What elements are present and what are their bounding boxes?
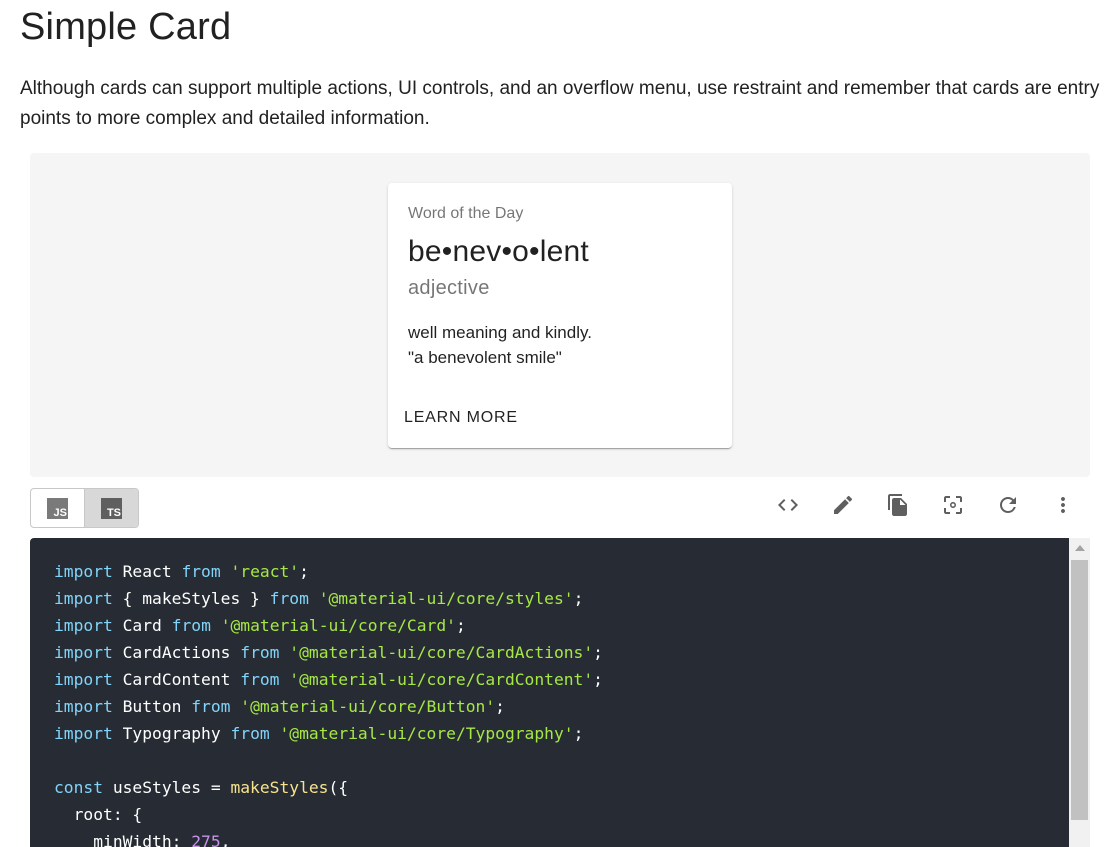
code-token: ; <box>495 697 505 716</box>
code-token: ; <box>573 589 584 608</box>
language-toggle: JS TS <box>30 488 139 528</box>
edit-in-codesandbox-button[interactable] <box>815 488 870 522</box>
demo-toolbar <box>760 488 1090 522</box>
page-title: Simple Card <box>20 6 232 48</box>
typescript-icon: TS <box>101 497 122 519</box>
code-token: CardContent <box>112 670 241 689</box>
code-token: '@material-ui/core/styles' <box>318 589 574 608</box>
card-body: well meaning and kindly. "a benevolent s… <box>408 320 592 370</box>
code-token: 'react' <box>230 562 300 581</box>
code-token: from <box>181 562 221 581</box>
code-line: import Card from '@material-ui/core/Card… <box>54 616 466 636</box>
more-options-button[interactable] <box>1035 488 1090 522</box>
code-token: from <box>171 616 211 635</box>
code-scrollbar[interactable] <box>1069 538 1090 847</box>
code-token: from <box>240 670 280 689</box>
code-token: '@material-ui/core/CardContent' <box>289 670 594 689</box>
card-example: "a benevolent smile" <box>408 348 562 367</box>
code-token: from <box>191 697 231 716</box>
js-toggle-button[interactable]: JS <box>31 489 84 527</box>
page-description: Although cards can support multiple acti… <box>20 78 1100 129</box>
code-line: import CardContent from '@material-ui/co… <box>54 670 603 690</box>
copy-icon <box>887 494 907 516</box>
code-token: '@material-ui/core/CardActions' <box>289 643 594 662</box>
code-token: from <box>240 643 280 662</box>
code-token: minWidth: <box>54 832 192 847</box>
code-token: '@material-ui/core/Button' <box>240 697 496 716</box>
card-overline: Word of the Day <box>408 205 524 222</box>
code-icon <box>777 499 798 511</box>
code-token: ; <box>299 562 309 581</box>
demo-preview-area: Word of the Day be•nev•o•lent adjective … <box>30 153 1090 477</box>
edit-icon <box>833 495 852 514</box>
card-part-of-speech: adjective <box>408 277 490 299</box>
code-line: import React from 'react'; <box>54 562 309 582</box>
code-block[interactable]: import React from 'react'; import { makeS… <box>30 538 1069 847</box>
code-token: import <box>54 697 113 716</box>
code-token: React <box>112 562 182 581</box>
learn-more-button[interactable]: LEARN MORE <box>396 401 526 435</box>
code-token: import <box>54 724 113 743</box>
code-token: ; <box>593 670 603 689</box>
code-token: from <box>269 589 309 608</box>
reset-demo-button[interactable] <box>980 488 1035 522</box>
code-token: import <box>54 643 113 662</box>
code-token: '@material-ui/core/Typography' <box>279 724 574 743</box>
code-token: { makeStyles } <box>112 589 270 608</box>
scroll-up-arrow-icon[interactable] <box>1069 538 1090 558</box>
code-token: import <box>54 562 113 581</box>
card-word: be•nev•o•lent <box>408 235 589 268</box>
code-line: root: { <box>54 805 143 825</box>
javascript-icon: JS <box>47 497 68 519</box>
screenshot-icon <box>943 496 962 514</box>
code-line: minWidth: 275, <box>54 832 230 847</box>
code-line: const useStyles = makeStyles({ <box>54 778 348 798</box>
ts-toggle-button[interactable]: TS <box>84 489 138 527</box>
more-vert-icon <box>1060 497 1065 513</box>
code-token: ; <box>573 724 584 743</box>
code-token: useStyles = <box>103 778 231 797</box>
reset-icon <box>999 497 1016 513</box>
code-token: CardActions <box>112 643 241 662</box>
copy-source-button[interactable] <box>870 488 925 522</box>
full-screen-button[interactable] <box>925 488 980 522</box>
code-token: import <box>54 616 113 635</box>
ts-label: TS <box>106 506 121 519</box>
code-token: 275 <box>191 832 221 847</box>
code-line: import CardActions from '@material-ui/co… <box>54 643 603 663</box>
code-token: '@material-ui/core/Card' <box>220 616 456 635</box>
code-line: import Typography from '@material-ui/cor… <box>54 724 583 744</box>
code-line: import { makeStyles } from '@material-ui… <box>54 589 583 609</box>
code-token: makeStyles <box>230 778 329 797</box>
code-token: Typography <box>112 724 231 743</box>
code-token: Button <box>112 697 192 716</box>
show-source-button[interactable] <box>760 488 815 522</box>
code-token: ({ <box>328 778 349 797</box>
code-token: Card <box>112 616 172 635</box>
code-token: root: { <box>54 805 143 824</box>
code-token: from <box>230 724 270 743</box>
code-token: import <box>54 670 113 689</box>
code-token: import <box>54 589 113 608</box>
code-token: , <box>220 832 231 847</box>
code-token: ; <box>455 616 466 635</box>
code-token: ; <box>593 643 603 662</box>
card-definition: well meaning and kindly. <box>408 323 592 342</box>
code-token: const <box>54 778 104 797</box>
scroll-thumb[interactable] <box>1071 560 1088 820</box>
word-of-the-day-card: Word of the Day be•nev•o•lent adjective … <box>388 183 732 448</box>
js-label: JS <box>53 506 67 519</box>
code-line: import Button from '@material-ui/core/Bu… <box>54 697 505 717</box>
